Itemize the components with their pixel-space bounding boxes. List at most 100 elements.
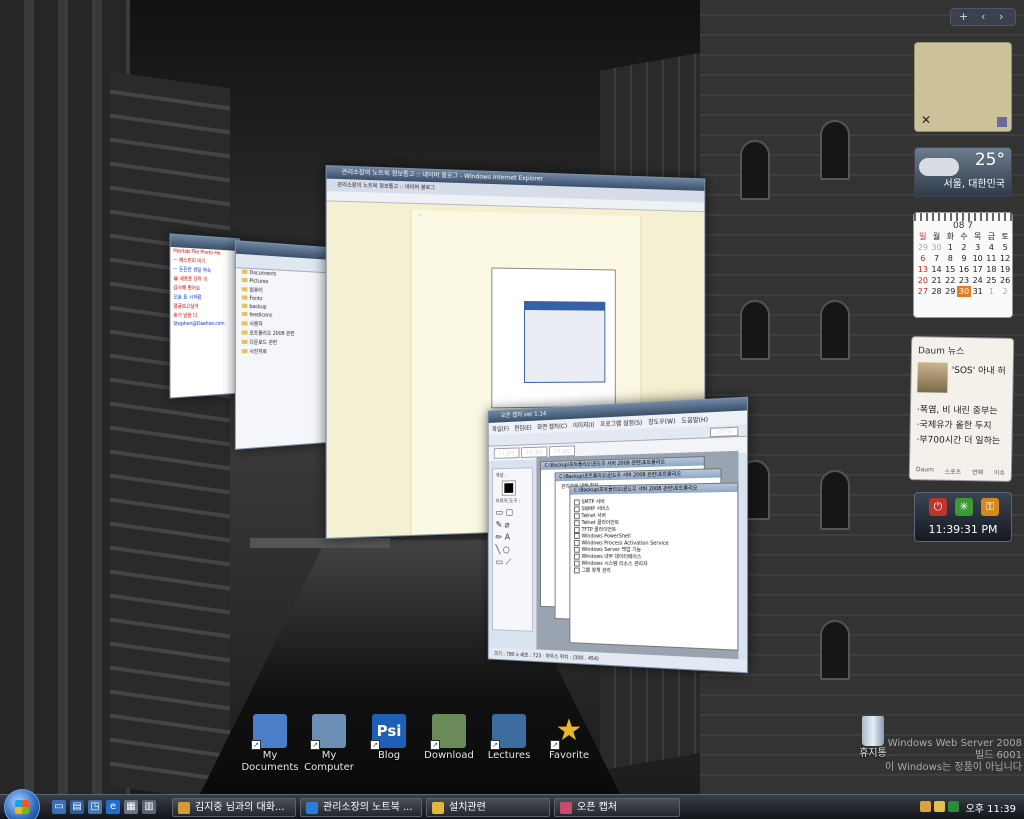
news-thumbnail[interactable]	[917, 362, 948, 393]
messenger-chat-window[interactable]: Hantob File Photo He ㅡ 왜스트리 비기 ㅡ 든든한 생일 약속…	[169, 233, 241, 399]
calendar-day[interactable]: 29	[916, 242, 930, 253]
news-gadget[interactable]: Daum 뉴스 'SOS' 아내 허 ·폭염, 비 내린 중부는 ·국제유가 올한…	[908, 336, 1015, 482]
calendar-day[interactable]: 23	[957, 275, 971, 286]
calendar-day[interactable]: 4	[985, 242, 999, 253]
internet-explorer-icon[interactable]: e	[106, 800, 120, 814]
calendar-day[interactable]: 14	[930, 264, 944, 275]
desktop-icon-my-documents[interactable]: ↗ My Documents	[238, 714, 302, 774]
capture-color-swatch[interactable]	[501, 480, 516, 496]
calendar-day[interactable]: 19	[998, 264, 1012, 275]
news-footer-tabs[interactable]: Daum 스포츠 연예 이슈	[910, 466, 1011, 477]
explorer-quicklaunch-icon[interactable]: ◳	[88, 800, 102, 814]
capture-zoom-select[interactable]: 100%	[709, 426, 739, 438]
capture-menu-item[interactable]: 편집(E)	[514, 425, 531, 433]
capture-tool-icons[interactable]: ▭ ▢ ✎ ⌀ ✏ A ╲ ○ ▭ ⟋	[496, 507, 530, 570]
calendar-day[interactable]: 6	[916, 253, 930, 264]
calendar-day[interactable]: 16	[957, 264, 971, 275]
calendar-day[interactable]: 12	[998, 253, 1012, 264]
desktop-icon-download[interactable]: ↗ Download	[417, 714, 481, 762]
desktop-icon-favorite[interactable]: ★ ↗ Favorite	[537, 714, 601, 762]
calendar-day[interactable]: 2	[957, 242, 971, 253]
news-footer-tab[interactable]: 연예	[972, 467, 983, 476]
calendar-day[interactable]: 30	[957, 286, 971, 297]
news-footer-tab[interactable]: 이슈	[994, 468, 1005, 477]
sidebar-controls[interactable]: + ‹ ›	[950, 8, 1016, 26]
tray-icon[interactable]	[934, 801, 945, 812]
calendar-month[interactable]: 08 7	[914, 221, 1012, 231]
news-footer-tab[interactable]: Daum	[916, 466, 934, 475]
tray-icon[interactable]	[920, 801, 931, 812]
news-headline-list[interactable]: ·폭염, 비 내린 중부는 ·국제유가 올한 두지 ·부700시간 더 일하는	[910, 401, 1012, 448]
capture-menu-item[interactable]: 파일(F)	[492, 426, 509, 433]
desktop-icon-lectures[interactable]: ↗ Lectures	[477, 714, 541, 762]
calendar-day[interactable]: 7	[930, 253, 944, 264]
tray-network-icon[interactable]	[948, 801, 959, 812]
calendar-day[interactable]: 5	[998, 242, 1012, 253]
news-headline[interactable]: ·부700시간 더 일하는	[910, 431, 1011, 448]
calendar-day[interactable]: 15	[943, 264, 957, 275]
clock-gadget[interactable]: ⏻ ✳ ⚿ 11:39:31 PM	[914, 492, 1012, 542]
taskbar-button[interactable]: 관리소장의 노트북 ...	[300, 798, 422, 817]
pen-icon[interactable]	[997, 117, 1007, 127]
capture-tab[interactable]: 17.jpg	[493, 447, 520, 459]
news-headline[interactable]: ·폭염, 비 내린 중부는	[911, 401, 1012, 418]
calendar-day[interactable]: 26	[998, 275, 1012, 286]
add-gadget-icon[interactable]: +	[959, 10, 968, 23]
calendar-day[interactable]: 1	[985, 286, 999, 297]
news-top-headline[interactable]: 'SOS' 아내 허	[952, 363, 1012, 377]
notes-gadget[interactable]: ✕	[914, 42, 1012, 132]
next-gadget-icon[interactable]: ›	[999, 10, 1003, 23]
calendar-day[interactable]: 3	[971, 242, 985, 253]
power-icon[interactable]: ⏻	[929, 498, 947, 516]
calendar-day[interactable]: 31	[971, 286, 985, 297]
capture-menu-item[interactable]: 이미지(I)	[573, 422, 595, 430]
news-footer-tab[interactable]: 스포츠	[945, 467, 962, 476]
capture-menu-item[interactable]: 화면 캡처(C)	[537, 423, 567, 431]
calendar-gadget[interactable]: 08 7 일 월 화 수 목 금 토 29 30 1 2 3 4 5 6 7 8 9 10 11 12 13 14 15 16 1…	[913, 212, 1013, 318]
explorer-window[interactable]: Documents Pictures 컴퓨터 Fonts backup feedicons…	[234, 240, 336, 450]
tree-item[interactable]: 사진자료	[236, 347, 335, 356]
calendar-day[interactable]: 1	[943, 242, 957, 253]
tree-item[interactable]: 포트폴리오 2008 관련	[236, 328, 335, 338]
calendar-day[interactable]: 11	[985, 253, 999, 264]
calendar-day[interactable]: 17	[971, 264, 985, 275]
calendar-day[interactable]: 30	[930, 242, 944, 253]
previous-gadget-icon[interactable]: ‹	[981, 10, 985, 23]
calendar-day[interactable]: 25	[985, 275, 999, 286]
show-desktop-icon[interactable]: ▭	[52, 800, 66, 814]
calendar-day[interactable]: 18	[985, 264, 999, 275]
explorer-folder-tree[interactable]: Documents Pictures 컴퓨터 Fonts backup feedicons…	[236, 268, 335, 356]
calendar-day[interactable]: 24	[971, 275, 985, 286]
lock-icon[interactable]: ⚿	[981, 498, 999, 516]
calendar-day[interactable]: 20	[916, 275, 930, 286]
desktop-icon-blog[interactable]: Psi ↗ Blog	[357, 714, 421, 762]
taskbar-button[interactable]: 김지중 님과의 대화...	[172, 798, 296, 817]
capture-menu-item[interactable]: 도움말(H)	[682, 416, 708, 424]
taskbar-button[interactable]: 설치관련	[426, 798, 550, 817]
news-headline[interactable]: ·국제유가 올한 두지	[911, 416, 1012, 433]
restart-icon[interactable]: ✳	[955, 498, 973, 516]
capture-menu-item[interactable]: 프로그램 설정(S)	[600, 420, 642, 429]
calendar-day[interactable]: 28	[930, 286, 944, 297]
taskbar-clock[interactable]: 오후 11:39	[966, 800, 1016, 815]
start-button[interactable]	[4, 789, 40, 819]
delete-note-icon[interactable]: ✕	[921, 113, 931, 127]
quicklaunch-icon[interactable]: ▥	[142, 800, 156, 814]
weather-gadget[interactable]: 25° 서울, 대한민국	[914, 147, 1012, 197]
calendar-day[interactable]: 10	[971, 253, 985, 264]
calendar-day[interactable]: 27	[916, 286, 930, 297]
open-capture-window[interactable]: 오픈 캡처 ver 1.14 파일(F) 편집(E) 화면 캡처(C) 이미지(I) 프…	[487, 396, 749, 674]
calendar-grid[interactable]: 일 월 화 수 목 금 토 29 30 1 2 3 4 5 6 7 8 9 10 11 12 13 14 15 16 17 18 19…	[916, 231, 1012, 297]
calendar-day[interactable]: 13	[916, 264, 930, 275]
calendar-day[interactable]: 21	[930, 275, 944, 286]
capture-menu-item[interactable]: 창도우(W)	[648, 418, 675, 426]
switch-windows-icon[interactable]: ▤	[70, 800, 84, 814]
calendar-day[interactable]: 29	[943, 286, 957, 297]
tree-item[interactable]: 다운로드 관련	[236, 338, 335, 347]
calendar-day[interactable]: 8	[943, 253, 957, 264]
calendar-day[interactable]: 22	[943, 275, 957, 286]
calendar-day[interactable]: 9	[957, 253, 971, 264]
desktop-icon-my[interactable]: ↗ My Computer	[297, 714, 361, 774]
calendar-day[interactable]: 2	[998, 286, 1012, 297]
quicklaunch-icon[interactable]: ▦	[124, 800, 138, 814]
